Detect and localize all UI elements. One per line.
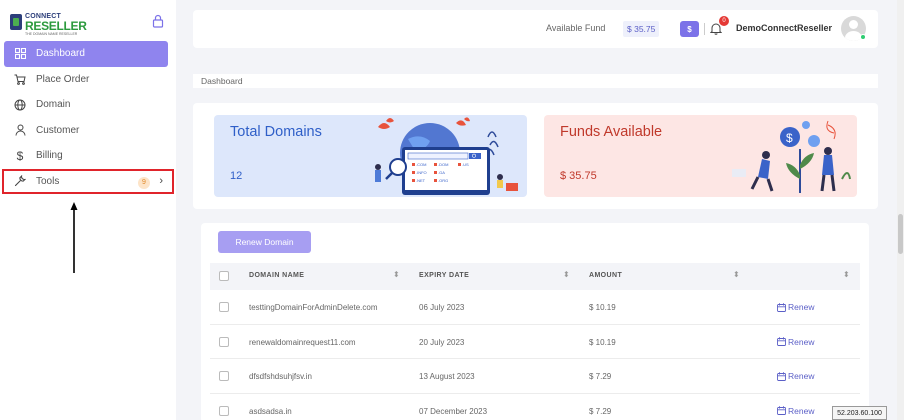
sidebar-item-label: Place Order: [36, 73, 90, 85]
svg-text:$: $: [786, 131, 793, 145]
table-row: dfsdfshdsuhjfsv.in 13 August 2023 $ 7.29…: [210, 359, 860, 394]
annotation-arrow-icon: [70, 202, 78, 273]
online-status-dot: [860, 34, 866, 40]
calendar-icon: [777, 371, 786, 381]
breadcrumb: Dashboard: [193, 74, 878, 88]
sidebar-nav: Dashboard Place Order Domain Customer $ …: [2, 41, 174, 194]
sidebar-item-label: Tools: [36, 175, 60, 187]
column-amount[interactable]: AMOUNT: [589, 272, 622, 279]
funds-available-value: $ 35.75: [560, 170, 597, 182]
renew-link-label: Renew: [788, 371, 815, 381]
brand-tagline: THE DOMAIN NAME RESELLER: [25, 32, 78, 36]
expiry-date-cell: 20 July 2023: [419, 337, 465, 347]
total-domains-value: 12: [230, 170, 243, 182]
cart-icon: [14, 73, 26, 85]
dollar-icon: $: [16, 148, 24, 163]
renew-link[interactable]: Renew: [777, 337, 814, 347]
globe-icon: [14, 99, 26, 111]
tools-count-badge: 9: [138, 176, 150, 189]
sidebar-item-dashboard[interactable]: Dashboard: [4, 41, 168, 67]
sidebar-item-tools[interactable]: Tools 9 ›: [2, 168, 174, 194]
sidebar-item-label: Dashboard: [36, 48, 85, 60]
renew-link[interactable]: Renew: [777, 406, 814, 416]
dashboard-icon: [14, 48, 26, 60]
tld-org-label: .ORG: [438, 178, 448, 183]
column-expiry-date[interactable]: EXPIRY DATE: [419, 272, 469, 279]
brand-line2: RESELLER: [25, 19, 87, 33]
add-funds-button[interactable]: $: [680, 21, 699, 37]
sidebar-item-domain[interactable]: Domain: [4, 92, 168, 118]
select-all-checkbox[interactable]: [219, 271, 229, 281]
brand-logo[interactable]: CONNECT RESELLER THE DOMAIN NAME RESELLE…: [10, 12, 90, 36]
renew-domain-button[interactable]: Renew Domain: [218, 231, 311, 253]
renew-link[interactable]: Renew: [777, 302, 814, 312]
sidebar-item-customer[interactable]: Customer: [4, 118, 168, 144]
funds-available-card: Funds Available $ 35.75 $: [544, 115, 857, 197]
domain-search-illustration-icon: .COM .DOM .US .INFO .GA .NET .ORG: [375, 117, 518, 195]
top-header: Available Fund $ 35.75 $ 0 DemoConnectRe…: [193, 10, 878, 48]
sidebar-item-place-order[interactable]: Place Order: [4, 67, 168, 93]
sidebar-item-label: Domain: [36, 99, 71, 111]
page-scrollbar[interactable]: [897, 0, 904, 420]
calendar-icon: [777, 337, 786, 346]
tld-dom-label: .DOM: [438, 162, 448, 167]
row-checkbox[interactable]: [219, 371, 229, 381]
username[interactable]: DemoConnectReseller: [736, 23, 832, 33]
column-domain-name[interactable]: DOMAIN NAME: [249, 272, 304, 279]
total-domains-card: Total Domains 12 .COM .DOM .US .INFO .GA…: [214, 115, 527, 197]
amount-cell: $ 7.29: [589, 406, 612, 416]
expiry-date-cell: 07 December 2023: [419, 406, 488, 416]
table-row: testtingDomainForAdminDelete.com 06 July…: [210, 290, 860, 325]
renew-link[interactable]: Renew: [777, 371, 814, 381]
table-row: renewaldomainrequest11.com 20 July 2023 …: [210, 325, 860, 359]
tld-com-label: .COM: [416, 162, 426, 167]
finance-illustration-icon: $: [732, 120, 851, 193]
ip-address-tag: 52.203.60.100: [832, 406, 887, 420]
logo-mark-icon: [10, 14, 22, 30]
total-domains-title: Total Domains: [230, 124, 322, 140]
expiry-date-cell: 06 July 2023: [419, 303, 465, 312]
table-row: asdsadsa.in 07 December 2023 $ 7.29 Rene…: [210, 394, 860, 420]
chevron-right-icon: ›: [159, 174, 163, 187]
domain-name-cell: dfsdfshdsuhjfsv.in: [249, 372, 312, 381]
renew-link-label: Renew: [788, 336, 815, 347]
summary-cards: Total Domains 12 .COM .DOM .US .INFO .GA…: [193, 103, 878, 209]
notification-badge: 0: [719, 16, 729, 26]
tld-ga-label: .GA: [438, 170, 445, 175]
domain-name-cell: testtingDomainForAdminDelete.com: [249, 303, 378, 312]
wrench-icon: [14, 175, 26, 187]
amount-cell: $ 10.19: [589, 337, 616, 347]
row-checkbox[interactable]: [219, 302, 229, 312]
amount-cell: $ 7.29: [589, 372, 612, 381]
sidebar-item-billing[interactable]: $ Billing: [4, 143, 168, 169]
tld-us-label: .US: [462, 162, 469, 167]
renew-link-label: Renew: [788, 302, 815, 312]
available-fund-label: Available Fund: [546, 23, 606, 33]
sort-icon[interactable]: ⬍: [393, 270, 400, 279]
user-icon: [14, 124, 26, 136]
sidebar-item-label: Billing: [36, 150, 63, 162]
tld-info-label: .INFO: [416, 170, 427, 175]
tld-net-label: .NET: [416, 178, 426, 183]
header-divider: [704, 23, 705, 35]
sort-icon[interactable]: ⬍: [563, 270, 570, 279]
expiry-date-cell: 13 August 2023: [419, 372, 475, 381]
row-checkbox[interactable]: [219, 405, 229, 416]
domains-table-panel: Renew Domain DOMAIN NAME ⬍ EXPIRY DATE ⬍…: [201, 223, 869, 420]
renew-link-label: Renew: [788, 405, 815, 416]
calendar-icon: [777, 406, 786, 415]
sort-icon[interactable]: ⬍: [733, 270, 740, 279]
sort-icon[interactable]: ⬍: [843, 270, 850, 279]
funds-available-title: Funds Available: [560, 124, 663, 140]
calendar-icon: [777, 302, 786, 312]
domain-name-cell: renewaldomainrequest11.com: [249, 337, 356, 347]
lock-icon[interactable]: [152, 14, 164, 28]
sidebar-item-label: Customer: [36, 124, 80, 136]
available-fund-value: $ 35.75: [623, 21, 660, 37]
table-header: DOMAIN NAME ⬍ EXPIRY DATE ⬍ AMOUNT ⬍ ⬍: [210, 263, 860, 290]
domain-name-cell: asdsadsa.in: [249, 406, 292, 416]
row-checkbox[interactable]: [219, 336, 229, 347]
sidebar: CONNECT RESELLER THE DOMAIN NAME RESELLE…: [0, 0, 176, 420]
amount-cell: $ 10.19: [589, 303, 616, 312]
